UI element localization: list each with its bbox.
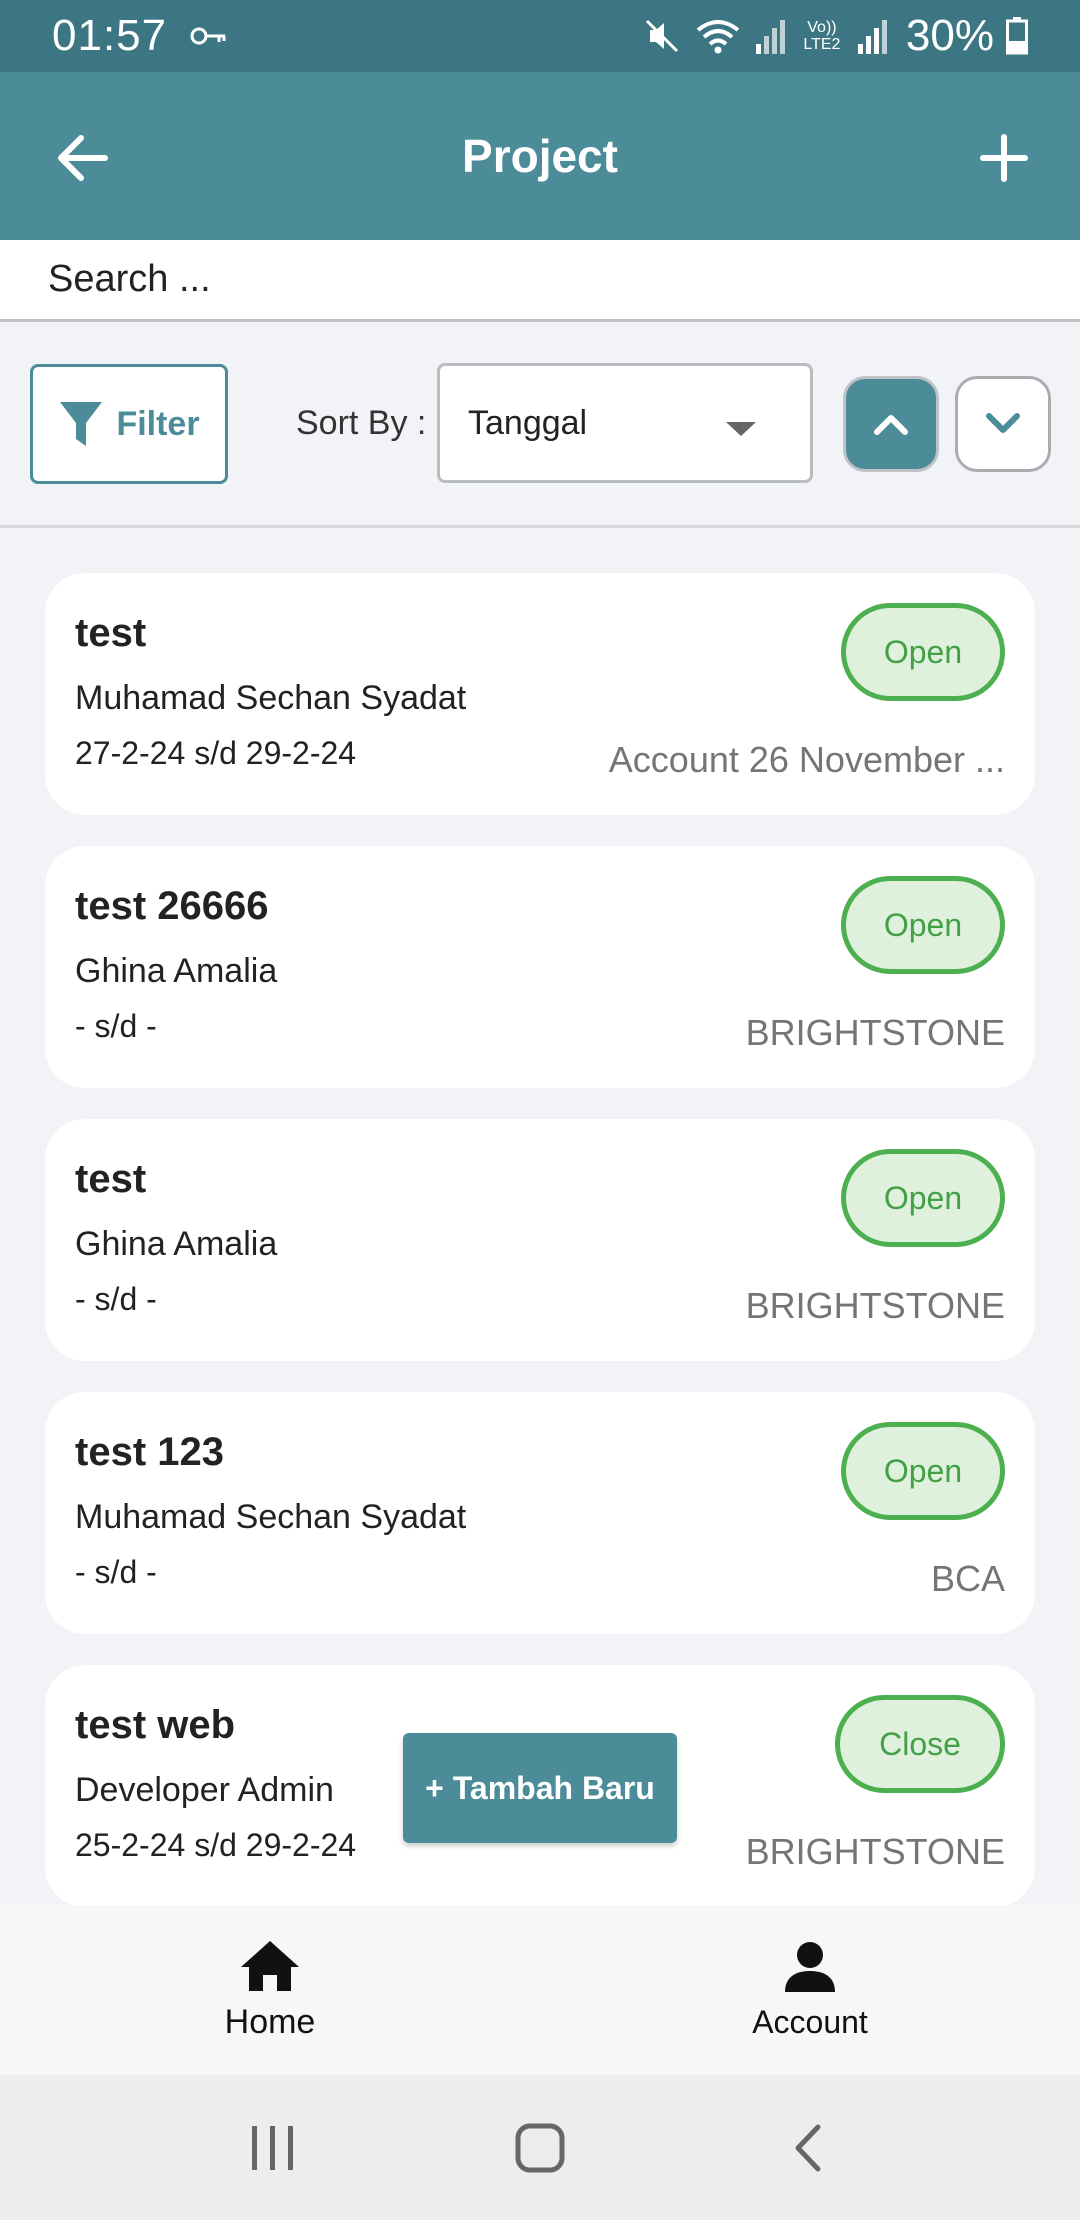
filter-label: Filter: [116, 404, 200, 443]
status-time: 01:57: [52, 11, 168, 60]
sort-descending-button[interactable]: [955, 376, 1051, 472]
status-badge: Open: [841, 1149, 1005, 1247]
project-company: BCA: [930, 1558, 1005, 1599]
project-dates: - s/d -: [75, 1008, 157, 1044]
sort-select[interactable]: Tanggal: [437, 363, 813, 483]
project-company: BRIGHTSTONE: [745, 1012, 1005, 1053]
status-bar: 01:57 Vo)) LTE2 30%: [0, 0, 1080, 72]
lte-label: Vo)) LTE2: [803, 19, 841, 53]
wifi-icon: [694, 16, 742, 56]
status-icons: Vo)) LTE2 30%: [642, 11, 1028, 61]
plus-icon: [980, 134, 1028, 182]
project-title: test web: [75, 1703, 236, 1747]
search-bar: [0, 240, 1080, 322]
home-system-button[interactable]: [495, 2103, 585, 2193]
nav-home[interactable]: Home: [0, 1905, 540, 2075]
bottom-nav: Home Account: [0, 1905, 1080, 2075]
nav-account[interactable]: Account: [540, 1905, 1080, 2075]
sort-value: Tanggal: [468, 403, 588, 442]
recent-apps-button[interactable]: [228, 2103, 318, 2193]
battery-icon: [1006, 17, 1028, 55]
system-nav-bar: [0, 2075, 1080, 2220]
dropdown-caret-icon: [726, 422, 756, 436]
status-badge: Close: [835, 1695, 1005, 1793]
project-person: Developer Admin: [75, 1771, 334, 1809]
home-icon: [241, 1940, 299, 1991]
nav-account-label: Account: [752, 2003, 868, 2040]
project-person: Muhamad Sechan Syadat: [75, 1498, 467, 1536]
project-company: BRIGHTSTONE: [745, 1285, 1005, 1326]
project-card[interactable]: test Ghina Amalia - s/d - BRIGHTSTONE Op…: [45, 1119, 1035, 1361]
project-company: Account 26 November ...: [608, 739, 1005, 780]
nav-home-label: Home: [224, 2002, 316, 2041]
chevron-up-icon: [874, 415, 908, 435]
home-square-icon: [515, 2123, 565, 2172]
project-dates: - s/d -: [75, 1554, 157, 1590]
status-badge: Open: [841, 1422, 1005, 1520]
status-badge: Open: [841, 876, 1005, 974]
filter-row: Filter Sort By : Tanggal: [0, 322, 1080, 528]
project-dates: 27-2-24 s/d 29-2-24: [75, 735, 357, 771]
project-title: test 123: [75, 1430, 224, 1474]
arrow-left-icon: [58, 135, 108, 181]
add-project-button[interactable]: [962, 116, 1046, 200]
project-card[interactable]: test 123 Muhamad Sechan Syadat - s/d - B…: [45, 1392, 1035, 1634]
sort-by-label: Sort By :: [296, 404, 427, 442]
project-card[interactable]: test 26666 Ghina Amalia - s/d - BRIGHTST…: [45, 846, 1035, 1088]
battery-percent: 30%: [905, 11, 994, 60]
app-bar: Project: [0, 72, 1080, 240]
project-title: test 26666: [75, 884, 269, 928]
status-badge: Open: [841, 603, 1005, 701]
signal-icon: [856, 18, 890, 54]
project-person: Muhamad Sechan Syadat: [75, 679, 467, 717]
project-dates: - s/d -: [75, 1281, 157, 1317]
project-title: test: [75, 1157, 147, 1201]
project-company: BRIGHTSTONE: [745, 1831, 1005, 1872]
vpn-key-icon: [189, 21, 229, 51]
signal-weak-icon: [754, 18, 788, 54]
add-new-button[interactable]: + Tambah Baru: [403, 1733, 677, 1843]
chevron-left-icon: [795, 2124, 821, 2171]
project-person: Ghina Amalia: [75, 1225, 278, 1263]
project-title: test: [75, 611, 147, 655]
mute-icon: [642, 16, 682, 56]
project-person: Ghina Amalia: [75, 952, 278, 990]
sort-ascending-button[interactable]: [843, 376, 939, 472]
project-dates: 25-2-24 s/d 29-2-24: [75, 1827, 357, 1863]
recent-apps-icon: [252, 2125, 294, 2170]
search-input[interactable]: [48, 258, 948, 301]
chevron-down-icon: [986, 413, 1020, 433]
filter-button[interactable]: Filter: [30, 364, 228, 484]
system-back-button[interactable]: [762, 2103, 852, 2193]
project-card[interactable]: test Muhamad Sechan Syadat 27-2-24 s/d 2…: [45, 573, 1035, 815]
funnel-icon: [60, 402, 103, 446]
page-title: Project: [462, 130, 618, 182]
project-list: test Muhamad Sechan Syadat 27-2-24 s/d 2…: [0, 531, 1080, 1905]
back-button[interactable]: [40, 116, 124, 200]
person-icon: [785, 1941, 835, 1992]
